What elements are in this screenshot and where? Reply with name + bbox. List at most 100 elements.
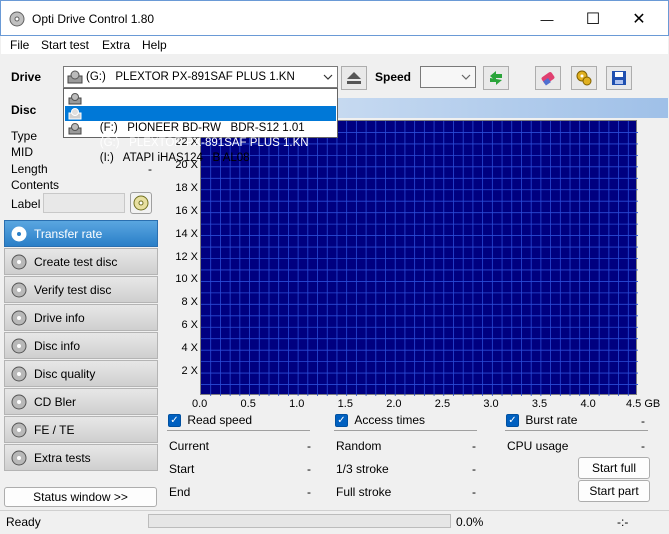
status-window-label: Status window >> xyxy=(33,490,128,504)
status-window-button[interactable]: Status window >> xyxy=(4,487,157,507)
window-title: Opti Drive Control 1.80 xyxy=(32,12,155,26)
burst-rate-label: Burst rate xyxy=(525,413,578,427)
full-stroke-value: - xyxy=(472,485,476,499)
drive-icon xyxy=(68,93,82,105)
start-full-button[interactable]: Start full xyxy=(578,457,650,479)
menu-file[interactable]: File xyxy=(10,38,29,52)
menu-start-test[interactable]: Start test xyxy=(41,38,89,52)
x-tick-label: 0.0 xyxy=(192,398,208,410)
start-part-button[interactable]: Start part xyxy=(578,480,650,502)
drive-select[interactable]: (G:) PLEXTOR PX-891SAF PLUS 1.KN xyxy=(63,66,338,88)
menu-extra[interactable]: Extra xyxy=(102,38,130,52)
speed-label: Speed xyxy=(375,70,412,84)
drive-option-selected[interactable]: (G:) PLEXTOR PX-891SAF PLUS 1.KN xyxy=(65,106,336,149)
checkbox-checked-icon: ✓ xyxy=(506,414,519,428)
eject-button[interactable] xyxy=(341,66,367,90)
sidebar-item-disc-info[interactable]: Disc info xyxy=(4,332,158,359)
x-tick-label: 2.5 xyxy=(434,398,451,410)
save-icon xyxy=(612,71,626,85)
minimize-button[interactable]: — xyxy=(524,1,570,37)
sidebar-item-cd-bler[interactable]: CD Bler xyxy=(4,388,158,415)
y-tick-label: 10 X xyxy=(175,273,198,286)
disc-icon xyxy=(11,254,27,269)
read-speed-check[interactable]: ✓ Read speed xyxy=(168,413,253,428)
x-tick-label: 3.0 xyxy=(483,398,499,410)
save-button[interactable] xyxy=(606,66,632,90)
y-tick-label: 4 X xyxy=(181,342,198,355)
disc-icon xyxy=(11,282,27,297)
y-tick-label: 8 X xyxy=(181,296,198,309)
y-tick-label: 12 X xyxy=(175,250,198,263)
progress-percent: 0.0% xyxy=(456,515,484,529)
end-value: - xyxy=(307,485,311,499)
x-tick-label: 4.0 xyxy=(580,398,596,410)
sidebar-item-label: Create test disc xyxy=(34,254,118,269)
sidebar-item-drive-info[interactable]: Drive info xyxy=(4,304,158,331)
access-times-check[interactable]: ✓ Access times xyxy=(335,413,426,428)
app-disc-icon xyxy=(9,11,25,27)
disc-icon xyxy=(11,450,27,465)
sidebar-item-disc-quality[interactable]: Disc quality xyxy=(4,360,158,387)
disc-label-button[interactable] xyxy=(130,192,152,214)
start-value: - xyxy=(307,462,311,476)
current-label: Current xyxy=(169,439,210,453)
sidebar-item-label: Verify test disc xyxy=(34,282,112,297)
cpu-usage-label: CPU usage xyxy=(507,439,569,453)
disc-icon xyxy=(11,366,27,381)
divider xyxy=(505,430,648,431)
checkbox-checked-icon: ✓ xyxy=(168,414,181,428)
disc-mid-label: MID xyxy=(11,145,33,159)
sidebar-item-create-test-disc[interactable]: Create test disc xyxy=(4,248,158,275)
x-tick-label: 1.0 xyxy=(289,398,305,410)
settings-button[interactable] xyxy=(571,66,597,90)
y-tick-label: 2 X xyxy=(181,365,198,378)
status-text: Ready xyxy=(6,515,41,529)
chart-grid xyxy=(201,121,638,396)
random-value: - xyxy=(472,439,476,453)
start-part-label: Start part xyxy=(589,484,639,498)
drive-icon xyxy=(67,70,83,84)
burst-rate-check[interactable]: ✓ Burst rate xyxy=(506,413,578,428)
disc-label-input[interactable] xyxy=(43,193,125,213)
close-button[interactable]: ✕ xyxy=(616,1,662,37)
menu-help[interactable]: Help xyxy=(142,38,167,52)
disc-icon xyxy=(11,310,27,325)
plot-area xyxy=(200,120,638,396)
maximize-button[interactable]: ☐ xyxy=(570,1,616,37)
random-label: Random xyxy=(336,439,382,453)
disc-icon xyxy=(133,195,149,211)
elapsed-time: -:- xyxy=(617,515,629,529)
x-tick-label: 4.5 GB xyxy=(626,398,661,410)
access-times-label: Access times xyxy=(354,413,426,427)
y-tick-label: 6 X xyxy=(181,319,198,332)
drive-icon xyxy=(68,123,82,135)
speed-select[interactable] xyxy=(420,66,476,88)
x-tick-label: 2.0 xyxy=(386,398,402,410)
drive-option[interactable]: (I:) ATAPI iHAS124 B AL08 xyxy=(65,121,336,164)
read-speed-label: Read speed xyxy=(187,413,253,427)
sidebar-item-label: Disc quality xyxy=(34,366,96,381)
drive-option[interactable]: (F:) PIONEER BD-RW BDR-S12 1.01 xyxy=(65,91,336,134)
menu-bar: File Start test Extra Help xyxy=(1,36,668,54)
erase-button[interactable] xyxy=(535,66,561,90)
status-bar: Ready 0.0% -:- xyxy=(0,510,669,534)
refresh-button[interactable] xyxy=(483,66,509,90)
disc-label-label: Label xyxy=(11,197,41,211)
current-value: - xyxy=(307,439,311,453)
drive-select-value: (G:) PLEXTOR PX-891SAF PLUS 1.KN xyxy=(86,71,295,83)
disc-length-label: Length xyxy=(11,162,48,176)
sidebar-item-fe-te[interactable]: FE / TE xyxy=(4,416,158,443)
disc-contents-label: Contents xyxy=(11,178,60,192)
checkbox-checked-icon: ✓ xyxy=(335,414,348,428)
title-bar: Opti Drive Control 1.80 — ☐ ✕ xyxy=(0,0,669,36)
y-tick-label: 18 X xyxy=(175,181,198,194)
close-icon: ✕ xyxy=(632,11,646,28)
disc-title: Disc xyxy=(11,103,37,117)
one-third-stroke-value: - xyxy=(472,462,476,476)
eraser-icon xyxy=(541,72,555,86)
end-label: End xyxy=(169,485,191,499)
sidebar-item-extra-tests[interactable]: Extra tests xyxy=(4,444,158,471)
sidebar-item-verify-test-disc[interactable]: Verify test disc xyxy=(4,276,158,303)
sidebar-item-transfer-rate[interactable]: Transfer rate xyxy=(4,220,158,247)
one-third-stroke-label: 1/3 stroke xyxy=(336,462,389,476)
